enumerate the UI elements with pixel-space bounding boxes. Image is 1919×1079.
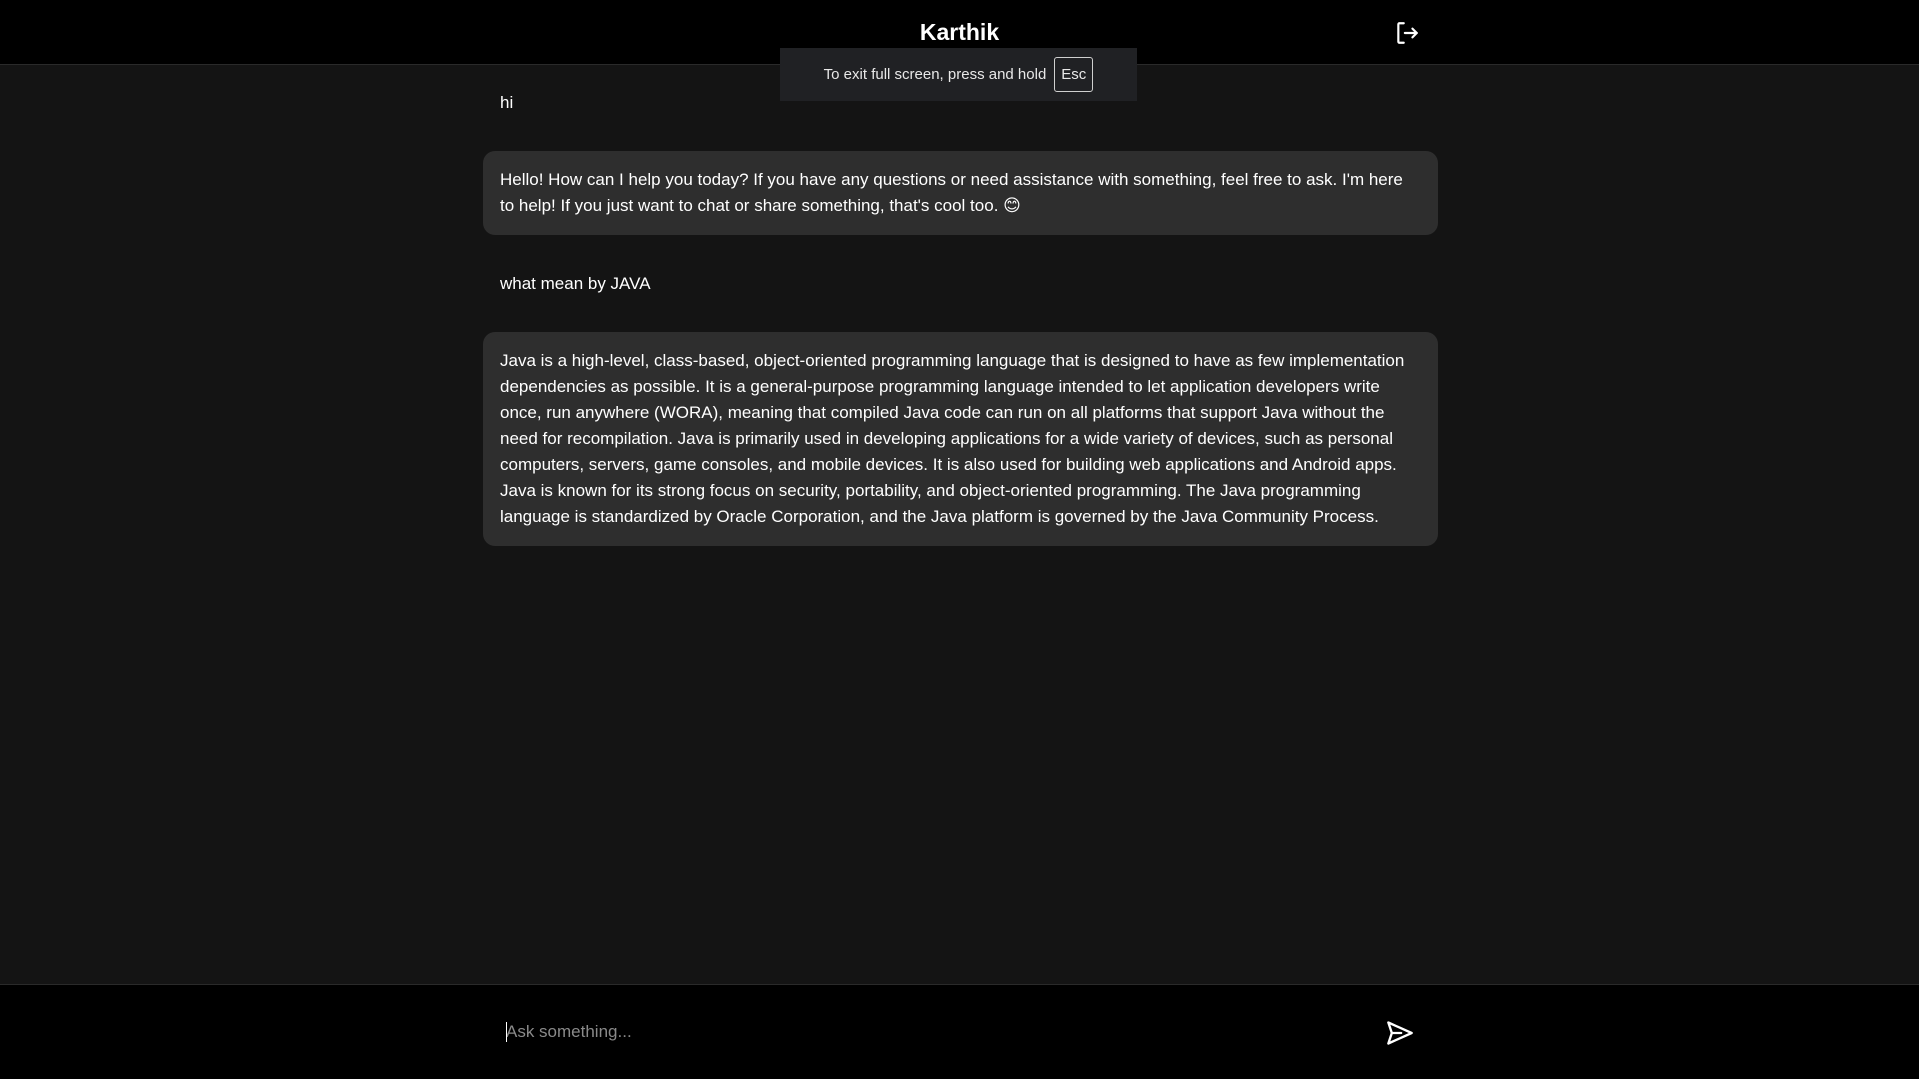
fullscreen-exit-notice: To exit full screen, press and hold Esc: [780, 48, 1137, 101]
chat-app: Karthik hi Hello! How can I help you tod…: [0, 0, 1919, 1079]
send-button[interactable]: [1386, 1019, 1414, 1047]
fullscreen-notice-text: To exit full screen, press and hold: [823, 66, 1047, 83]
text-caret: [506, 1022, 507, 1042]
user-message: what mean by JAVA: [500, 274, 651, 293]
page-title: Karthik: [919, 19, 1000, 45]
send-icon: [1387, 1021, 1413, 1045]
assistant-message: Java is a high-level, class-based, objec…: [483, 332, 1438, 546]
logout-icon: [1397, 22, 1418, 44]
esc-key-badge: Esc: [1054, 57, 1094, 92]
user-message: hi: [500, 93, 514, 112]
message-input[interactable]: [506, 1015, 1366, 1049]
logout-button[interactable]: [1394, 20, 1420, 46]
assistant-message: Hello! How can I help you today? If you …: [483, 151, 1438, 235]
composer-bar: [0, 984, 1919, 1079]
